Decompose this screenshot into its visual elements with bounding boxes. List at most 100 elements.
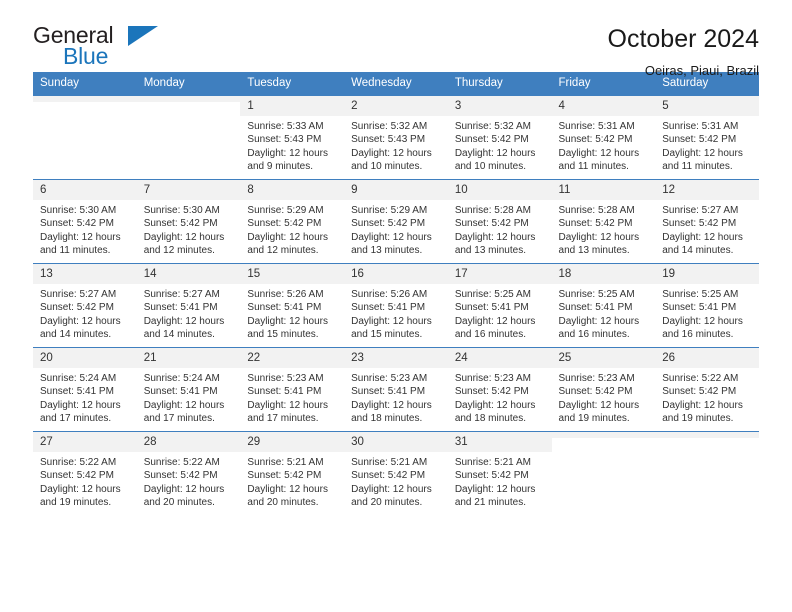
calendar-day-cell[interactable]: 3 Sunrise: 5:32 AM Sunset: 5:42 PM Daylight… — [447, 95, 552, 180]
calendar-day-cell[interactable]: 5 Sunrise: 5:31 AM Sunset: 5:42 PM Daylight… — [655, 95, 759, 180]
day-sun-info: Sunrise: 5:31 AM Sunset: 5:42 PM Daylight:… — [655, 116, 759, 174]
daylight-duration-line2: and 10 minutes. — [454, 161, 526, 173]
calendar-day-cell[interactable]: 13 Sunrise: 5:27 AM Sunset: 5:42 PM Dayligh… — [33, 263, 137, 348]
daylight-duration-line1: Daylight: 12 hours — [558, 231, 640, 243]
calendar-day-cell[interactable]: 2 Sunrise: 5:32 AM Sunset: 5:43 PM Daylight… — [344, 95, 448, 180]
sunrise-time: Sunrise: 5:27 AM — [40, 289, 117, 300]
sunrise-time: Sunrise: 5:23 AM — [351, 373, 428, 384]
day-number — [33, 96, 137, 102]
daylight-duration-line1: Daylight: 12 hours — [662, 231, 743, 243]
calendar-day-cell[interactable]: 25 Sunrise: 5:23 AM Sunset: 5:42 PM Dayligh… — [551, 347, 656, 432]
sunrise-time: Sunrise: 5:25 AM — [558, 289, 635, 300]
sunrise-time: Sunrise: 5:25 AM — [454, 289, 531, 300]
sunset-time: Sunset: 5:42 PM — [351, 470, 426, 482]
calendar-day-cell[interactable]: 16 Sunrise: 5:26 AM Sunset: 5:41 PM Dayligh… — [344, 263, 448, 348]
day-number: 27 — [33, 432, 137, 452]
calendar-day-cell[interactable]: 4 Sunrise: 5:31 AM Sunset: 5:42 PM Daylight… — [551, 95, 656, 180]
calendar-day-cell[interactable]: 6 Sunrise: 5:30 AM Sunset: 5:42 PM Daylight… — [33, 179, 137, 264]
calendar-day-cell[interactable]: 23 Sunrise: 5:23 AM Sunset: 5:41 PM Dayligh… — [344, 347, 448, 432]
day-sun-info: Sunrise: 5:26 AM Sunset: 5:41 PM Daylight:… — [240, 284, 344, 342]
calendar-day-cell[interactable]: 22 Sunrise: 5:23 AM Sunset: 5:41 PM Dayligh… — [240, 347, 345, 432]
daylight-duration-line2: and 11 minutes. — [662, 161, 733, 173]
calendar-day-cell[interactable]: 7 Sunrise: 5:30 AM Sunset: 5:42 PM Daylight… — [136, 179, 241, 264]
sunset-time: Sunset: 5:41 PM — [143, 302, 218, 314]
daylight-duration-line2: and 11 minutes. — [40, 245, 111, 257]
sunset-time: Sunset: 5:42 PM — [40, 302, 114, 314]
page-title: October 2024 — [607, 25, 760, 53]
daylight-duration-line2: and 16 minutes. — [558, 329, 630, 341]
daylight-duration-line2: and 17 minutes. — [247, 413, 319, 425]
day-number: 12 — [655, 180, 759, 200]
calendar-day-cell[interactable]: 26 Sunrise: 5:22 AM Sunset: 5:42 PM Dayligh… — [655, 347, 759, 432]
sunrise-time: Sunrise: 5:29 AM — [351, 205, 428, 216]
general-blue-logo[interactable]: General Blue — [33, 22, 158, 69]
daylight-duration-line1: Daylight: 12 hours — [662, 399, 743, 411]
day-number: 23 — [344, 348, 448, 368]
daylight-duration-line1: Daylight: 12 hours — [454, 147, 536, 159]
calendar-day-cell[interactable]: 30 Sunrise: 5:21 AM Sunset: 5:42 PM Dayligh… — [344, 431, 448, 515]
weekday-header-thursday: Thursday — [447, 72, 552, 96]
title-block: October 2024 Oeiras, Piaui, Brazil — [608, 22, 760, 81]
sunset-time: Sunset: 5:41 PM — [143, 386, 218, 398]
sunset-time: Sunset: 5:42 PM — [351, 218, 426, 230]
calendar-day-cell[interactable]: 15 Sunrise: 5:26 AM Sunset: 5:41 PM Dayligh… — [240, 263, 345, 348]
sunset-time: Sunset: 5:42 PM — [558, 386, 633, 398]
calendar-day-cell[interactable]: 31 Sunrise: 5:21 AM Sunset: 5:42 PM Dayligh… — [447, 431, 552, 515]
day-number: 9 — [344, 180, 448, 200]
sunrise-time: Sunrise: 5:24 AM — [40, 373, 117, 384]
calendar-day-cell[interactable]: 14 Sunrise: 5:27 AM Sunset: 5:41 PM Dayligh… — [136, 263, 241, 348]
page-header: General Blue October 2024 Oeiras, Piaui,… — [33, 0, 759, 78]
sunset-time: Sunset: 5:42 PM — [247, 218, 322, 230]
day-sun-info: Sunrise: 5:22 AM Sunset: 5:42 PM Daylight:… — [33, 452, 137, 510]
calendar-day-cell[interactable]: 21 Sunrise: 5:24 AM Sunset: 5:41 PM Dayligh… — [136, 347, 241, 432]
calendar-week-row: 13 Sunrise: 5:27 AM Sunset: 5:42 PM Dayligh… — [33, 263, 759, 348]
calendar-day-cell[interactable]: 17 Sunrise: 5:25 AM Sunset: 5:41 PM Dayligh… — [447, 263, 552, 348]
sunrise-time: Sunrise: 5:21 AM — [454, 457, 531, 468]
calendar-day-cell[interactable]: 12 Sunrise: 5:27 AM Sunset: 5:42 PM Dayligh… — [655, 179, 759, 264]
calendar-day-cell[interactable]: 28 Sunrise: 5:22 AM Sunset: 5:42 PM Dayligh… — [136, 431, 241, 515]
day-sun-info: Sunrise: 5:25 AM Sunset: 5:41 PM Daylight:… — [448, 284, 552, 342]
daylight-duration-line1: Daylight: 12 hours — [351, 231, 432, 243]
daylight-duration-line1: Daylight: 12 hours — [351, 315, 432, 327]
calendar-day-cell[interactable]: 9 Sunrise: 5:29 AM Sunset: 5:42 PM Daylight… — [344, 179, 448, 264]
calendar-day-cell[interactable]: 8 Sunrise: 5:29 AM Sunset: 5:42 PM Daylight… — [240, 179, 345, 264]
sunset-time: Sunset: 5:42 PM — [558, 218, 633, 230]
day-sun-info: Sunrise: 5:32 AM Sunset: 5:42 PM Daylight:… — [448, 116, 552, 174]
sunrise-time: Sunrise: 5:27 AM — [662, 205, 739, 216]
calendar-day-cell[interactable]: 29 Sunrise: 5:21 AM Sunset: 5:42 PM Dayligh… — [240, 431, 345, 515]
day-sun-info: Sunrise: 5:28 AM Sunset: 5:42 PM Daylight:… — [552, 200, 656, 258]
day-number: 25 — [551, 348, 656, 368]
sunrise-sunset-calendar-table: Sunday Monday Tuesday Wednesday Thursday… — [33, 72, 759, 515]
day-sun-info: Sunrise: 5:24 AM Sunset: 5:41 PM Daylight:… — [137, 368, 241, 426]
sunset-time: Sunset: 5:41 PM — [247, 386, 322, 398]
daylight-duration-line2: and 21 minutes. — [454, 497, 526, 509]
sunset-time: Sunset: 5:42 PM — [662, 386, 737, 398]
sunset-time: Sunset: 5:42 PM — [143, 218, 218, 230]
day-sun-info: Sunrise: 5:26 AM Sunset: 5:41 PM Daylight:… — [344, 284, 448, 342]
daylight-duration-line2: and 20 minutes. — [247, 497, 319, 509]
daylight-duration-line1: Daylight: 12 hours — [247, 231, 329, 243]
daylight-duration-line2: and 13 minutes. — [351, 245, 423, 257]
calendar-day-cell-empty — [33, 95, 137, 180]
calendar-day-cell[interactable]: 10 Sunrise: 5:28 AM Sunset: 5:42 PM Dayligh… — [447, 179, 552, 264]
calendar-day-cell[interactable]: 24 Sunrise: 5:23 AM Sunset: 5:42 PM Dayligh… — [447, 347, 552, 432]
day-number: 5 — [655, 96, 759, 116]
daylight-duration-line1: Daylight: 12 hours — [40, 231, 121, 243]
daylight-duration-line1: Daylight: 12 hours — [662, 315, 743, 327]
logo-text-blue: Blue — [63, 43, 109, 69]
calendar-day-cell[interactable]: 11 Sunrise: 5:28 AM Sunset: 5:42 PM Dayligh… — [551, 179, 656, 264]
daylight-duration-line2: and 14 minutes. — [143, 329, 215, 341]
calendar-day-cell[interactable]: 19 Sunrise: 5:25 AM Sunset: 5:41 PM Dayligh… — [655, 263, 759, 348]
calendar-day-cell[interactable]: 1 Sunrise: 5:33 AM Sunset: 5:43 PM Daylight… — [240, 95, 345, 180]
calendar-day-cell[interactable]: 18 Sunrise: 5:25 AM Sunset: 5:41 PM Dayligh… — [551, 263, 656, 348]
day-number: 14 — [136, 264, 241, 284]
sunrise-time: Sunrise: 5:29 AM — [247, 205, 324, 216]
sunrise-time: Sunrise: 5:23 AM — [247, 373, 324, 384]
daylight-duration-line1: Daylight: 12 hours — [558, 315, 640, 327]
daylight-duration-line2: and 16 minutes. — [662, 329, 734, 341]
calendar-day-cell[interactable]: 20 Sunrise: 5:24 AM Sunset: 5:41 PM Dayligh… — [33, 347, 137, 432]
day-number: 20 — [33, 348, 137, 368]
sunset-time: Sunset: 5:42 PM — [454, 386, 529, 398]
calendar-day-cell[interactable]: 27 Sunrise: 5:22 AM Sunset: 5:42 PM Dayligh… — [33, 431, 137, 515]
calendar-body: 1 Sunrise: 5:33 AM Sunset: 5:43 PM Daylight… — [33, 95, 759, 515]
